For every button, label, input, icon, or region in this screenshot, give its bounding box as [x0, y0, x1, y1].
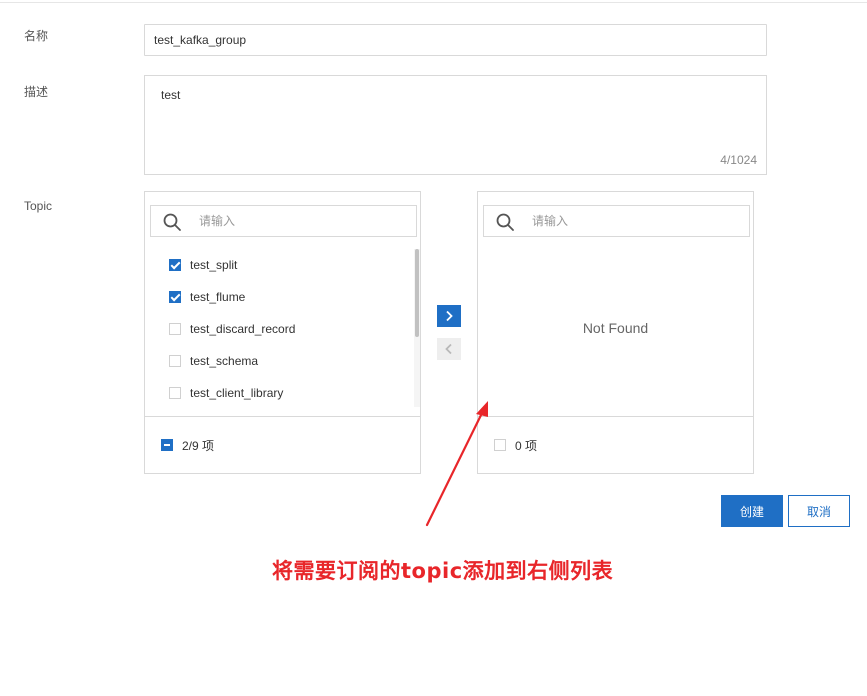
annotation-text: 将需要订阅的topic添加到右侧列表 [272, 559, 614, 583]
item-checkbox[interactable] [169, 259, 181, 271]
list-item[interactable]: test_schema [145, 345, 415, 377]
item-label: test_client_library [190, 386, 284, 400]
item-checkbox[interactable] [169, 387, 181, 399]
target-search-box[interactable] [483, 205, 750, 237]
search-icon [496, 213, 514, 231]
target-footer: 0 项 [478, 416, 753, 473]
item-label: test_split [190, 258, 238, 272]
description-label: 描述 [24, 85, 49, 99]
select-all-checkbox[interactable] [161, 439, 173, 451]
name-label: 名称 [24, 29, 49, 43]
source-footer: 2/9 项 [145, 416, 420, 473]
create-button[interactable]: 创建 [721, 495, 783, 527]
chevron-left-icon [445, 343, 452, 355]
item-checkbox[interactable] [169, 355, 181, 367]
description-value: test [161, 88, 181, 102]
item-checkbox[interactable] [169, 291, 181, 303]
topic-label: Topic [24, 199, 53, 213]
chevron-right-icon [446, 310, 453, 322]
item-label: test_flume [190, 290, 246, 304]
source-search-input[interactable] [199, 206, 409, 236]
description-char-count: 4/1024 [720, 153, 757, 167]
move-to-left-button[interactable] [437, 338, 461, 360]
source-count: 2/9 项 [182, 438, 215, 453]
item-label: test_discard_record [190, 322, 296, 336]
transfer-source-panel: test_split test_flume test_discard_recor… [144, 191, 421, 474]
transfer-target-panel: Not Found 0 项 [477, 191, 754, 474]
cancel-button[interactable]: 取消 [788, 495, 850, 527]
empty-state-text: Not Found [582, 320, 649, 336]
item-checkbox[interactable] [169, 323, 181, 335]
list-item[interactable]: test_split [145, 249, 415, 281]
list-item[interactable]: test_flume [145, 281, 415, 313]
scrollbar-thumb[interactable] [415, 249, 419, 337]
source-search-box[interactable] [150, 205, 417, 237]
list-item[interactable]: test_discard_record [145, 313, 415, 345]
target-search-input[interactable] [532, 206, 742, 236]
name-input[interactable] [144, 24, 767, 56]
top-divider [0, 2, 867, 3]
select-all-checkbox[interactable] [494, 439, 506, 451]
list-item[interactable]: test_client_library [145, 377, 415, 407]
description-textarea[interactable]: test 4/1024 [144, 75, 767, 175]
item-label: test_schema [190, 354, 259, 368]
source-list: test_split test_flume test_discard_recor… [145, 249, 415, 407]
move-to-right-button[interactable] [437, 305, 461, 327]
target-count: 0 项 [515, 438, 538, 453]
search-icon [163, 213, 181, 231]
